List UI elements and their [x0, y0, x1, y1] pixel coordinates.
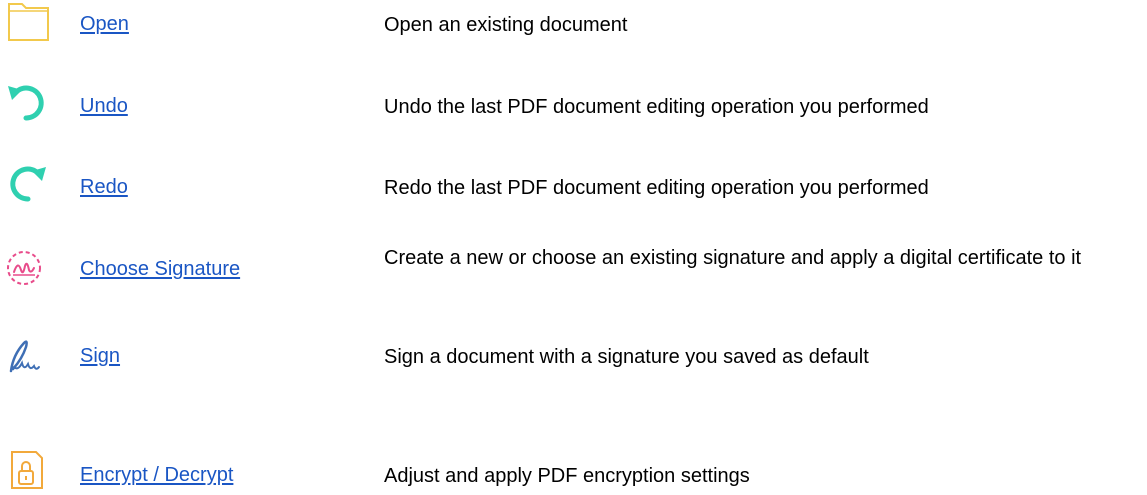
undo-icon[interactable] [4, 82, 52, 122]
lock-file-icon[interactable] [4, 450, 52, 490]
signature-stamp-icon[interactable] [4, 248, 52, 288]
open-link[interactable]: Open [80, 13, 129, 36]
open-description: Open an existing document [384, 14, 628, 36]
sign-description: Sign a document with a signature you sav… [384, 346, 869, 368]
encrypt-decrypt-description: Adjust and apply PDF encryption settings [384, 465, 750, 487]
pen-signature-icon[interactable] [4, 337, 52, 377]
folder-icon[interactable] [4, 2, 52, 42]
redo-link[interactable]: Redo [80, 176, 128, 199]
choose-signature-link[interactable]: Choose Signature [80, 258, 240, 281]
undo-link[interactable]: Undo [80, 95, 128, 118]
encrypt-decrypt-link[interactable]: Encrypt / Decrypt [80, 464, 233, 487]
undo-description: Undo the last PDF document editing opera… [384, 96, 929, 118]
redo-icon[interactable] [4, 163, 52, 203]
redo-description: Redo the last PDF document editing opera… [384, 177, 929, 199]
choose-signature-description: Create a new or choose an existing signa… [384, 247, 1082, 269]
sign-link[interactable]: Sign [80, 345, 120, 368]
